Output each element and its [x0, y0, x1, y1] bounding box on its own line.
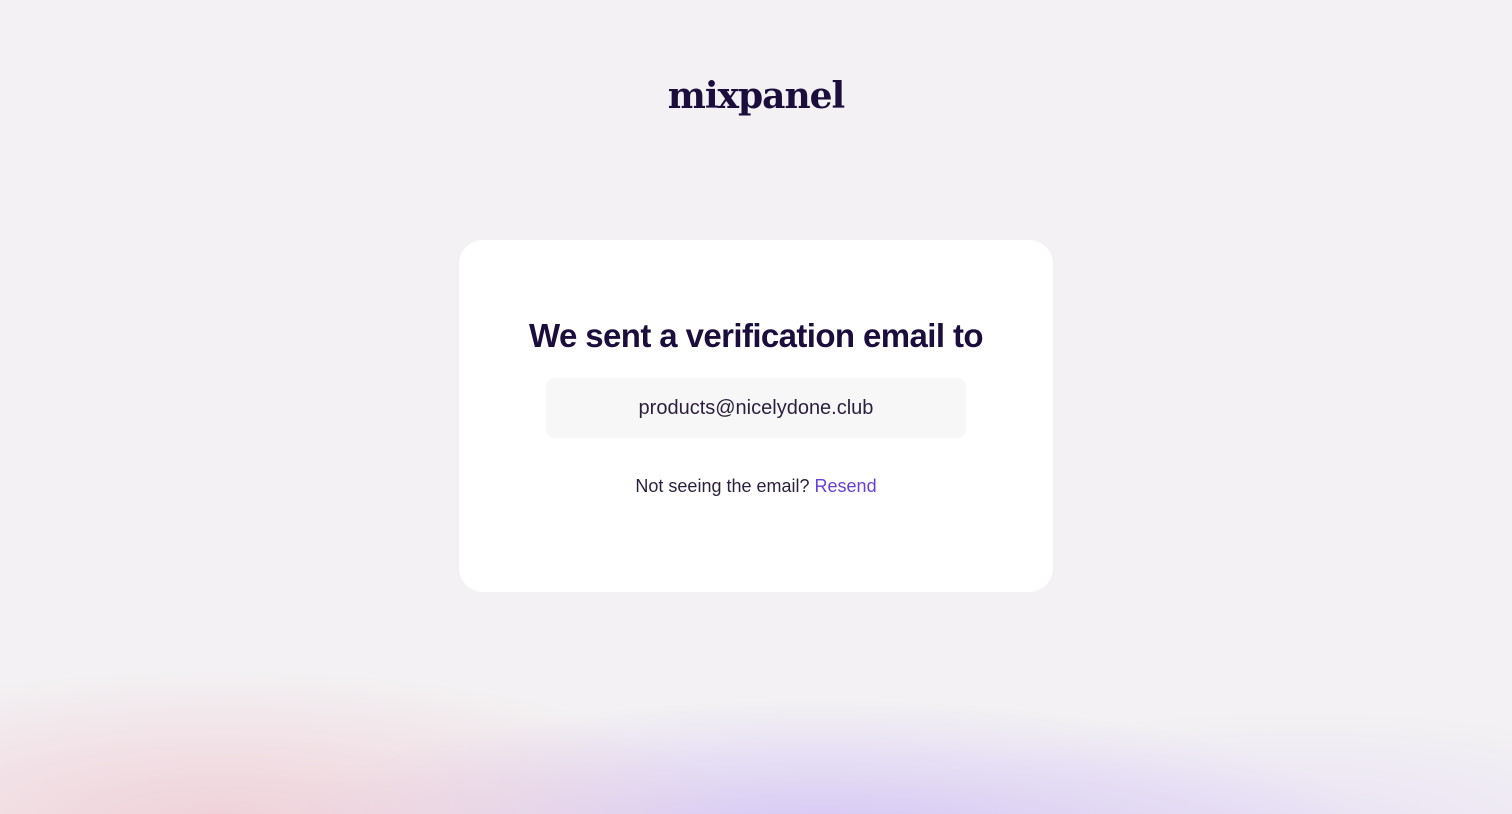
mixpanel-logo: mixpanel [667, 75, 845, 117]
resend-prompt: Not seeing the email? Resend [459, 474, 1053, 498]
resend-link[interactable]: Resend [815, 476, 877, 496]
email-address: products@nicelydone.club [638, 396, 874, 419]
resend-prompt-text: Not seeing the email? [635, 476, 810, 496]
email-display: products@nicelydone.club [546, 378, 966, 438]
page-title: We sent a verification email to [529, 317, 984, 354]
verification-card: We sent a verification email to products… [459, 240, 1053, 592]
